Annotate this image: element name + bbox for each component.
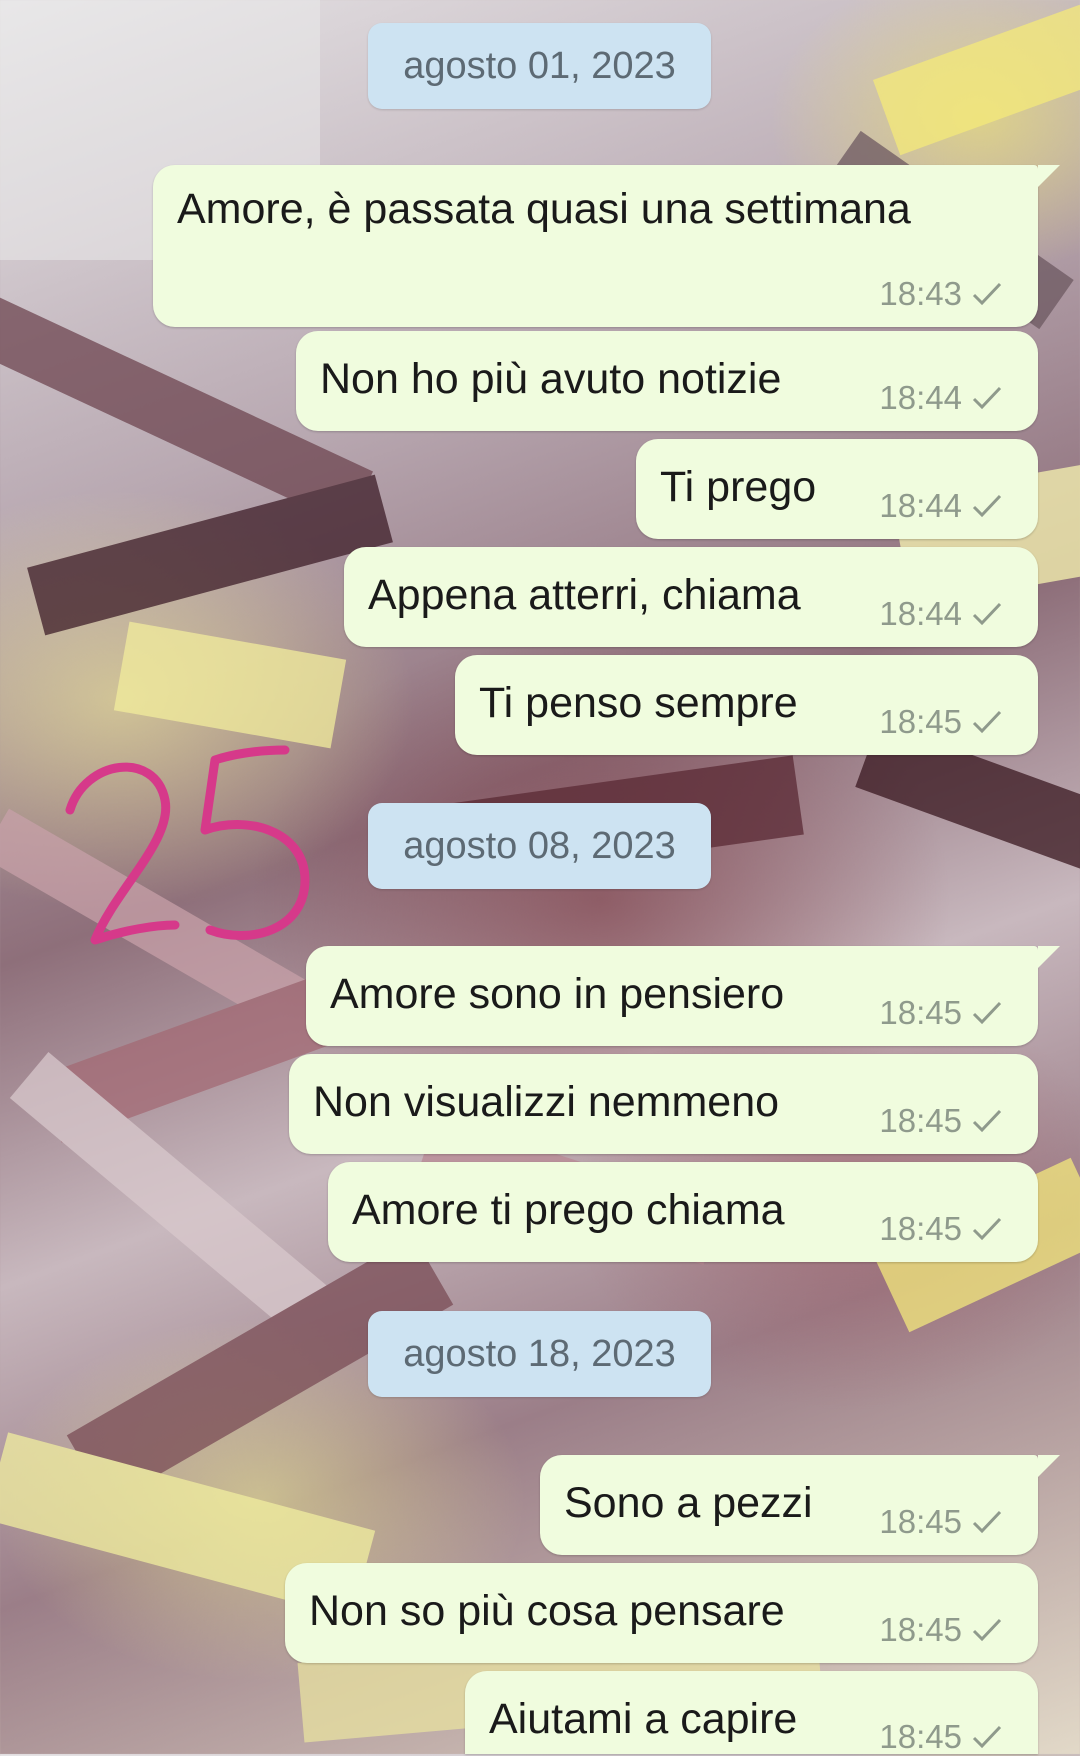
bubble-tail	[1038, 165, 1060, 187]
message-text: Amore ti prego chiama	[352, 1186, 785, 1234]
message-text: Sono a pezzi	[564, 1479, 813, 1527]
message-meta: 18:44	[879, 487, 1004, 525]
message-time: 18:44	[879, 379, 962, 416]
sent-check-icon	[972, 1618, 1002, 1642]
message-bubble[interactable]: Sono a pezzi 18:45	[540, 1455, 1060, 1555]
sent-check-icon	[972, 1109, 1002, 1133]
message-bubble[interactable]: Amore sono in pensiero 18:45	[306, 946, 1060, 1046]
message-meta: 18:45	[879, 1503, 1004, 1541]
sent-check-icon	[972, 1217, 1002, 1241]
message-bubble[interactable]: Ti penso sempre 18:45	[455, 655, 1038, 755]
sent-check-icon	[972, 282, 1002, 306]
message-meta: 18:45	[879, 1102, 1004, 1140]
message-bubble[interactable]: Non ho più avuto notizie 18:44	[296, 331, 1038, 431]
message-text: Appena atterri, chiama	[368, 571, 801, 619]
bubble-tail	[1038, 946, 1060, 968]
message-meta: 18:43	[879, 275, 1004, 313]
message-time: 18:45	[879, 994, 962, 1031]
message-bubble[interactable]: Aiutami a capire 18:45	[465, 1671, 1038, 1756]
message-meta: 18:45	[879, 994, 1004, 1032]
message-time: 18:45	[879, 1102, 962, 1139]
message-time: 18:45	[879, 1718, 962, 1755]
date-label: agosto 18, 2023	[403, 1332, 676, 1375]
message-text: Ti penso sempre	[479, 679, 798, 727]
handwritten-number-annotation	[65, 745, 310, 945]
message-bubble[interactable]: Amore, è passata quasi una settimana 18:…	[153, 165, 1060, 327]
date-separator: agosto 08, 2023	[368, 803, 711, 889]
message-meta: 18:45	[879, 1210, 1004, 1248]
message-meta: 18:45	[879, 1611, 1004, 1649]
message-text: Non visualizzi nemmeno	[313, 1078, 780, 1126]
message-bubble[interactable]: Appena atterri, chiama 18:44	[344, 547, 1038, 647]
message-bubble[interactable]: Non so più cosa pensare 18:45	[285, 1563, 1038, 1663]
message-meta: 18:45	[879, 703, 1004, 741]
sent-check-icon	[972, 602, 1002, 626]
date-label: agosto 01, 2023	[403, 44, 676, 87]
sent-check-icon	[972, 1001, 1002, 1025]
message-time: 18:43	[879, 275, 962, 312]
message-time: 18:45	[879, 1503, 962, 1540]
message-text: Non so più cosa pensare	[309, 1587, 785, 1635]
message-time: 18:45	[879, 1611, 962, 1648]
message-text: Ti prego	[660, 463, 817, 511]
sent-check-icon	[972, 710, 1002, 734]
message-time: 18:44	[879, 595, 962, 632]
message-text: Non ho più avuto notizie	[320, 355, 782, 403]
sent-check-icon	[972, 386, 1002, 410]
sent-check-icon	[972, 494, 1002, 518]
message-bubble[interactable]: Amore ti prego chiama 18:45	[328, 1162, 1038, 1262]
date-separator: agosto 01, 2023	[368, 23, 711, 109]
message-time: 18:44	[879, 487, 962, 524]
date-label: agosto 08, 2023	[403, 824, 676, 867]
sent-check-icon	[972, 1510, 1002, 1534]
bubble-tail	[1038, 1455, 1060, 1477]
message-meta: 18:44	[879, 595, 1004, 633]
message-meta: 18:44	[879, 379, 1004, 417]
message-text: Amore, è passata quasi una settimana	[177, 185, 911, 233]
message-text: Amore sono in pensiero	[330, 970, 785, 1018]
message-meta: 18:45	[879, 1718, 1004, 1756]
message-text: Aiutami a capire	[489, 1695, 798, 1743]
date-separator: agosto 18, 2023	[368, 1311, 711, 1397]
message-bubble[interactable]: Non visualizzi nemmeno 18:45	[289, 1054, 1038, 1154]
sent-check-icon	[972, 1725, 1002, 1749]
message-bubble[interactable]: Ti prego 18:44	[636, 439, 1038, 539]
message-time: 18:45	[879, 1210, 962, 1247]
message-time: 18:45	[879, 703, 962, 740]
